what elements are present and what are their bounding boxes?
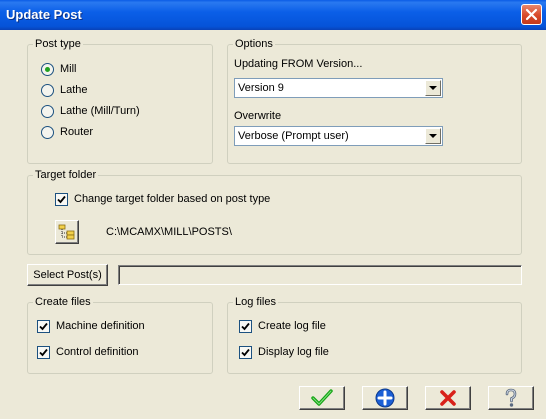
browse-folder-button[interactable] <box>55 220 79 244</box>
radio-mill[interactable]: Mill <box>41 61 77 77</box>
machine-definition-checkbox[interactable]: Machine definition <box>37 318 145 334</box>
control-definition-checkbox[interactable]: Control definition <box>37 344 139 360</box>
cancel-button[interactable] <box>425 386 471 410</box>
create-files-legend: Create files <box>33 296 93 309</box>
target-folder-group: Target folder Change target folder based… <box>27 169 522 255</box>
select-posts-label: Select Post(s) <box>33 269 102 281</box>
blue-plus-icon <box>375 388 395 408</box>
radio-lathe-mill-turn[interactable]: Lathe (Mill/Turn) <box>41 103 140 119</box>
overwrite-label: Overwrite <box>234 110 282 122</box>
overwrite-select[interactable]: Verbose (Prompt user) <box>234 126 443 146</box>
help-question-icon <box>505 388 517 407</box>
radio-button[interactable] <box>41 83 54 97</box>
window-title: Update Post <box>6 7 82 22</box>
updating-from-select[interactable]: Version 9 <box>234 78 443 98</box>
checkbox[interactable] <box>239 319 252 333</box>
dropdown-button[interactable] <box>425 128 441 144</box>
create-log-file-checkbox[interactable]: Create log file <box>239 318 326 334</box>
change-target-folder-checkbox[interactable]: Change target folder based on post type <box>55 191 270 207</box>
checkbox[interactable] <box>37 319 50 333</box>
options-group: Options Updating FROM Version... Version… <box>227 38 522 164</box>
overwrite-value: Verbose (Prompt user) <box>238 130 349 142</box>
checkbox[interactable] <box>37 345 50 359</box>
options-legend: Options <box>233 38 275 51</box>
control-definition-label: Control definition <box>56 346 139 358</box>
create-log-file-label: Create log file <box>258 320 326 332</box>
create-files-group: Create files Machine definition Control … <box>27 296 213 374</box>
select-posts-button[interactable]: Select Post(s) <box>27 264 108 286</box>
ok-button[interactable] <box>299 386 345 410</box>
help-button[interactable] <box>488 386 534 410</box>
radio-lathe-label: Lathe <box>60 84 88 96</box>
radio-button[interactable] <box>41 104 54 118</box>
folder-tree-icon <box>58 224 75 240</box>
log-files-legend: Log files <box>233 296 278 309</box>
checkbox[interactable] <box>239 345 252 359</box>
radio-mill-label: Mill <box>60 63 77 75</box>
radio-router-label: Router <box>60 126 94 138</box>
post-type-legend: Post type <box>33 38 83 51</box>
log-files-group: Log files Create log file Display log fi… <box>227 296 522 374</box>
display-log-file-label: Display log file <box>258 346 329 358</box>
checkmark-icon <box>241 322 250 330</box>
radio-lathe-mill-turn-label: Lathe (Mill/Turn) <box>60 105 140 117</box>
target-folder-legend: Target folder <box>33 169 99 182</box>
checkmark-icon <box>241 348 250 356</box>
change-target-folder-label: Change target folder based on post type <box>74 193 271 205</box>
updating-from-label: Updating FROM Version... <box>234 58 363 70</box>
updating-from-value: Version 9 <box>238 82 284 94</box>
green-checkmark-icon <box>311 389 333 406</box>
target-folder-path: C:\MCAMX\MILL\POSTS\ <box>106 226 232 238</box>
chevron-down-icon <box>429 134 437 138</box>
title-bar[interactable]: Update Post <box>0 0 546 30</box>
selected-posts-field[interactable] <box>118 265 522 285</box>
machine-definition-label: Machine definition <box>56 320 145 332</box>
red-x-icon <box>440 390 456 406</box>
close-button[interactable] <box>521 4 542 25</box>
radio-lathe[interactable]: Lathe <box>41 82 88 98</box>
radio-button[interactable] <box>41 62 54 76</box>
update-post-dialog: Update Post Post type Mill Lathe Lathe (… <box>0 0 546 419</box>
dropdown-button[interactable] <box>425 80 441 96</box>
radio-button[interactable] <box>41 125 54 139</box>
checkmark-icon <box>39 322 48 330</box>
checkmark-icon <box>39 348 48 356</box>
checkmark-icon <box>57 195 66 203</box>
close-icon <box>525 8 538 21</box>
add-button[interactable] <box>362 386 408 410</box>
checkbox[interactable] <box>55 192 68 206</box>
chevron-down-icon <box>429 86 437 90</box>
post-type-group: Post type Mill Lathe Lathe (Mill/Turn) R… <box>27 38 213 164</box>
display-log-file-checkbox[interactable]: Display log file <box>239 344 329 360</box>
radio-router[interactable]: Router <box>41 124 93 140</box>
